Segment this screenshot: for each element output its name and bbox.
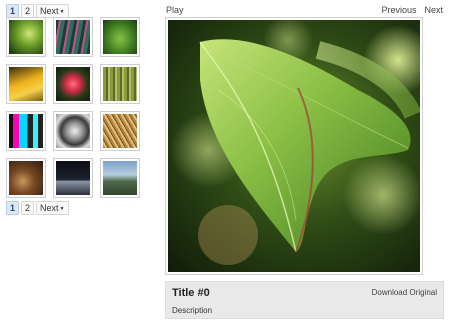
download-original-link[interactable]: Download Original <box>372 288 437 297</box>
next-page-label: Next <box>40 203 59 213</box>
thumbnail-8[interactable] <box>100 111 140 151</box>
page-2-button[interactable]: 2 <box>21 4 35 18</box>
thumbnail-image <box>9 20 43 54</box>
main-image[interactable] <box>168 20 420 272</box>
thumbnail-image <box>9 114 43 148</box>
thumbnail-image <box>56 67 90 101</box>
caption-panel: Title #0 Description Download Original <box>165 281 444 319</box>
image-title: Title #0 <box>172 287 210 299</box>
next-page-label: Next <box>40 6 59 16</box>
thumbnail-1[interactable] <box>53 17 93 57</box>
thumbnail-0[interactable] <box>6 17 46 57</box>
thumbnail-7[interactable] <box>53 111 93 151</box>
play-button[interactable]: Play <box>166 5 184 15</box>
thumbnail-image <box>56 20 90 54</box>
main-image-frame <box>165 17 423 275</box>
next-page-button[interactable]: Next▼ <box>36 201 69 215</box>
image-description: Description <box>172 306 213 315</box>
next-page-button[interactable]: Next▼ <box>36 4 69 18</box>
previous-button[interactable]: Previous <box>381 5 416 15</box>
thumbnail-5[interactable] <box>100 64 140 104</box>
thumbnail-image <box>103 20 137 54</box>
thumbnail-2[interactable] <box>100 17 140 57</box>
thumbnail-3[interactable] <box>6 64 46 104</box>
pager-top: 1 2 Next▼ <box>6 4 69 18</box>
thumbnail-6[interactable] <box>6 111 46 151</box>
thumbnail-image <box>9 67 43 101</box>
thumbnail-image <box>103 161 137 195</box>
slideshow-nav: Previous Next <box>381 5 443 15</box>
chevron-down-icon: ▼ <box>59 8 65 15</box>
thumbnail-image <box>103 114 137 148</box>
thumbnail-image <box>56 114 90 148</box>
page-1-button[interactable]: 1 <box>6 201 20 215</box>
next-button[interactable]: Next <box>424 5 443 15</box>
thumbnail-image <box>103 67 137 101</box>
thumbnail-image <box>56 161 90 195</box>
thumbnail-10[interactable] <box>53 158 93 198</box>
thumbnail-grid <box>6 17 140 198</box>
thumbnail-image <box>9 161 43 195</box>
thumbnail-4[interactable] <box>53 64 93 104</box>
page-2-button[interactable]: 2 <box>21 201 35 215</box>
thumbnail-9[interactable] <box>6 158 46 198</box>
leaf-photo <box>168 20 420 272</box>
pager-bottom: 1 2 Next▼ <box>6 201 69 215</box>
thumbnail-11[interactable] <box>100 158 140 198</box>
chevron-down-icon: ▼ <box>59 205 65 212</box>
page-1-button[interactable]: 1 <box>6 4 20 18</box>
